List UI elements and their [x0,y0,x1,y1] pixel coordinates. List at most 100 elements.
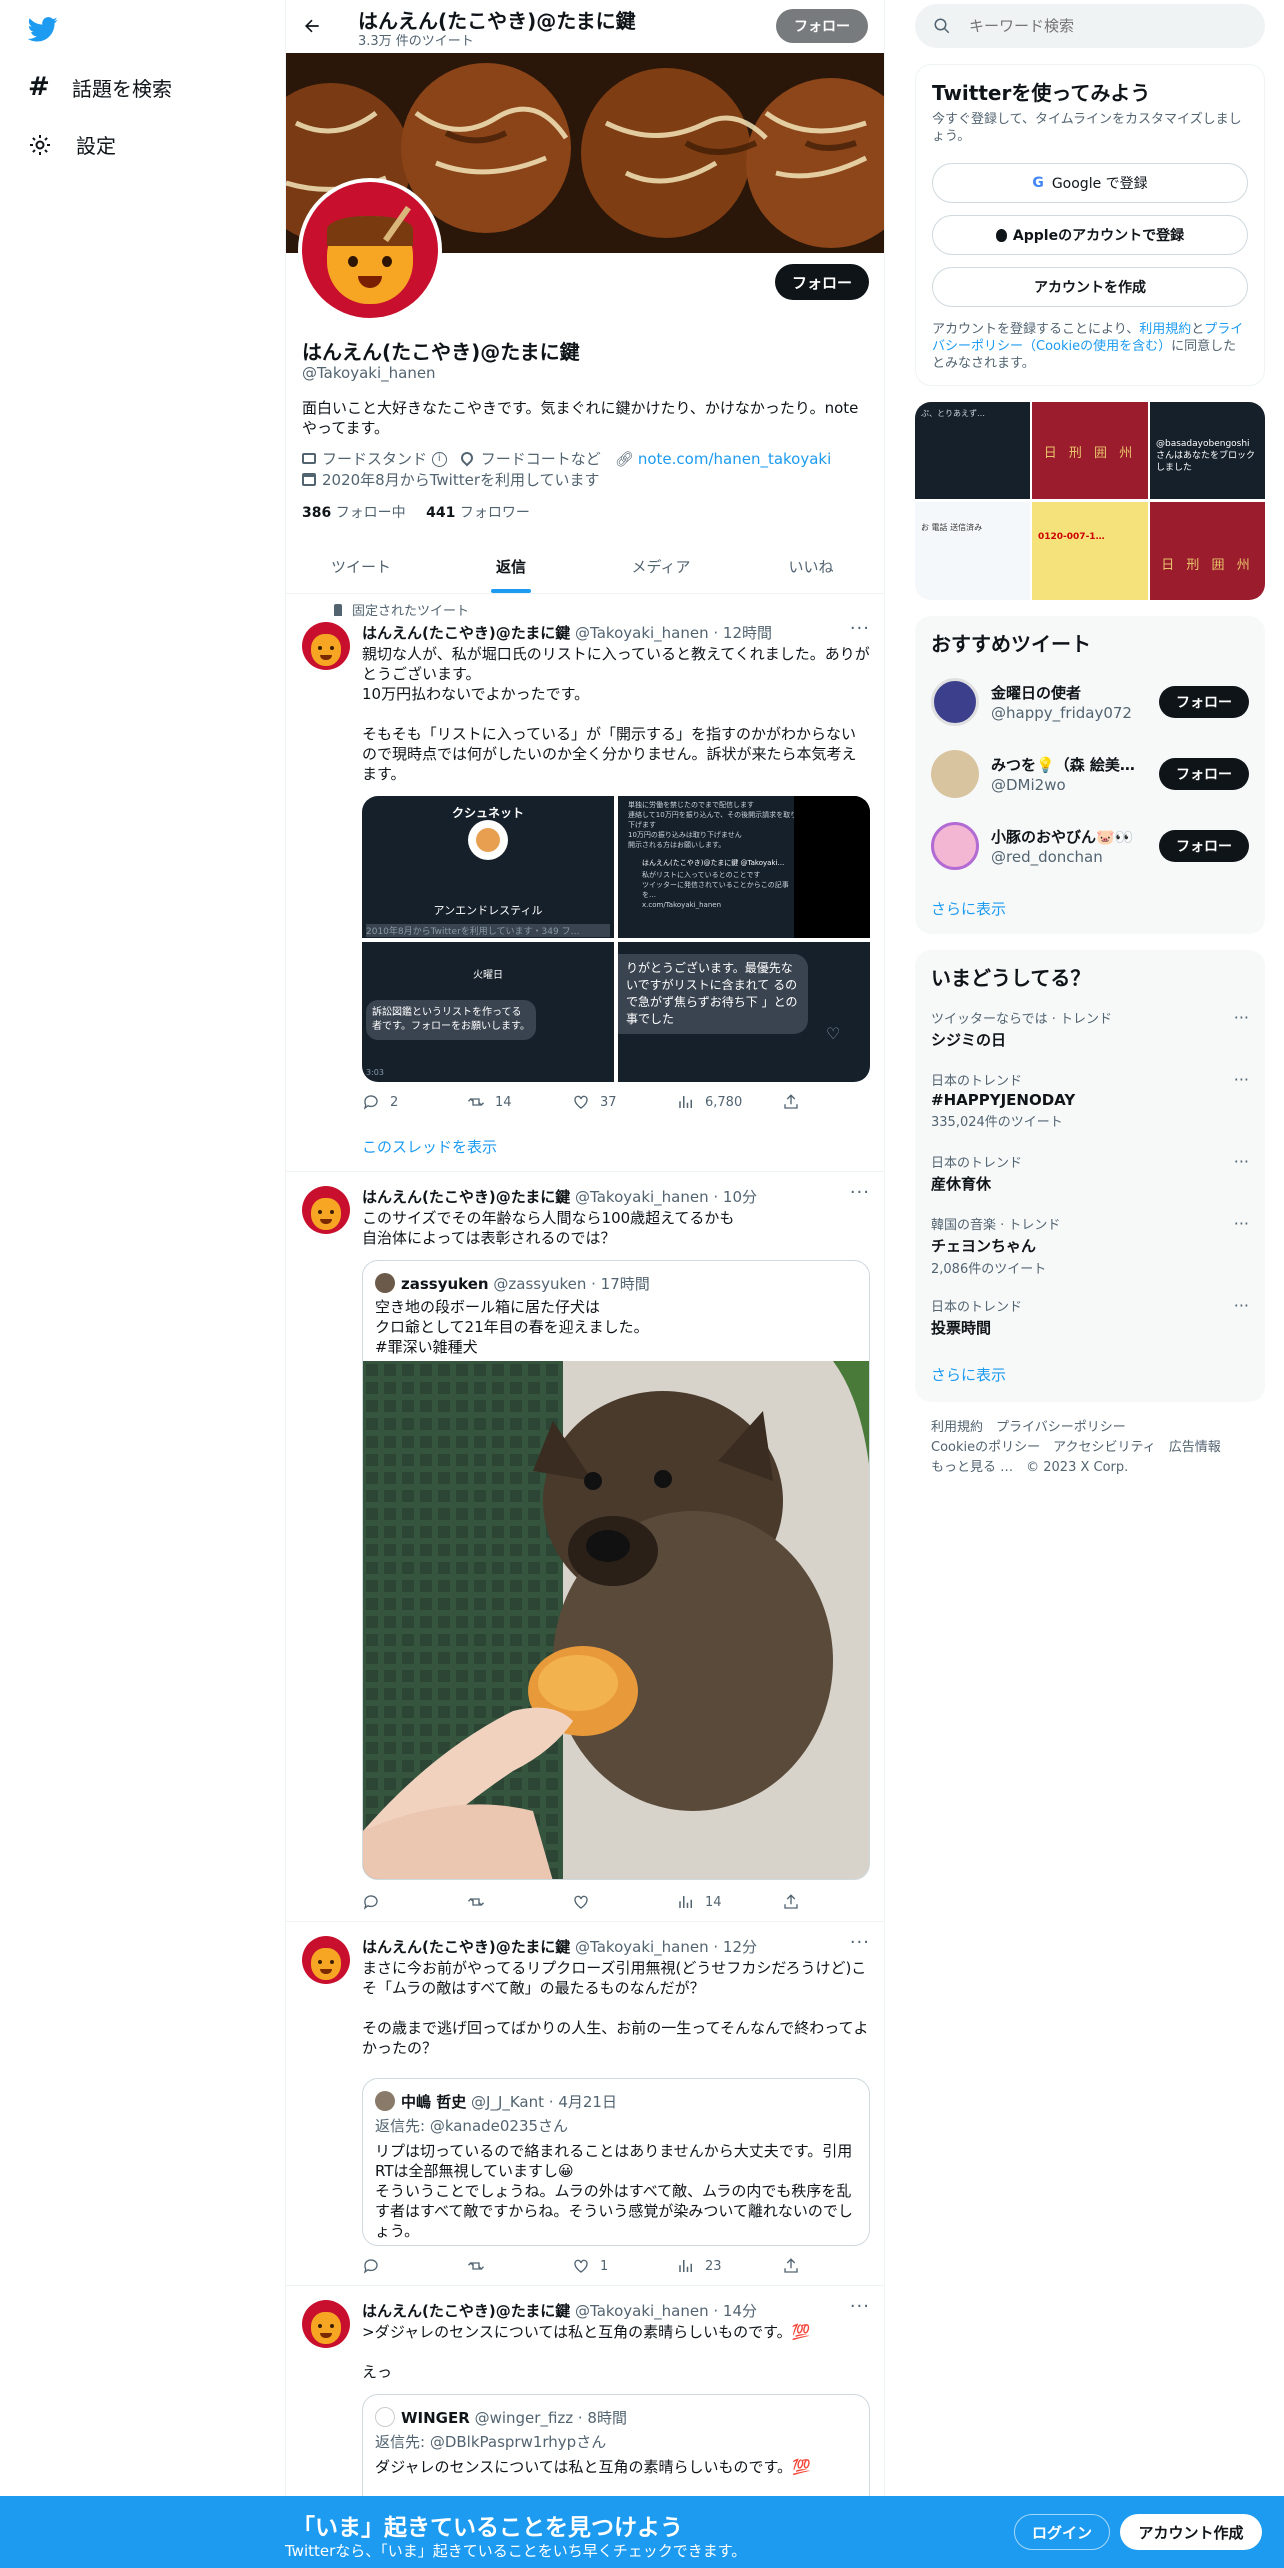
back-arrow-icon[interactable] [302,16,322,36]
profile-link[interactable]: note.com/hanen_takoyaki [638,450,831,468]
signup-subtitle: 今すぐ登録して、タイムラインをカスタマイズしましょう。 [932,112,1242,144]
follow-button[interactable]: フォロー [1159,686,1249,718]
reply-button[interactable] [362,1892,432,1912]
more-options-icon[interactable]: ··· [1234,1296,1249,1315]
retweet-button[interactable]: 14 [467,1092,537,1112]
tweet-author-name[interactable]: はんえん(たこやき)@たまに鍵 [362,1188,570,1206]
retweet-button[interactable] [467,1892,537,1912]
nav-explore[interactable]: # 話題を検索 [28,72,172,102]
media-thumb-5[interactable]: 0120-007-1… [1032,502,1148,600]
search-input[interactable] [969,14,1249,38]
followers-count: 441 [426,505,456,521]
media-image-4[interactable]: りがとうございます。最優先ないですがリストに含まれて るので急がず焦らずお待ち下… [618,942,870,1082]
media-image-2[interactable]: 単独に労働を禁じたのでまで配信します 連絡して10万円を振り込んで、その後開示請… [618,796,870,938]
following-link[interactable]: 386 フォロー中 [302,505,406,521]
trend-item[interactable]: ツイッターならでは · トレンド シジミの日 ··· [931,1008,1249,1050]
google-signup-button[interactable]: G Google で登録 [932,163,1248,203]
show-thread-link[interactable]: このスレッドを表示 [362,1136,497,1157]
share-button[interactable] [782,1892,802,1912]
more-options-icon[interactable]: ··· [1234,1214,1249,1233]
recommend-user[interactable]: みつを💡（森 絵美… @DMi2wo フォロー [931,750,1249,800]
tab-tweets[interactable]: ツイート [286,540,436,593]
footer-line-1[interactable]: 利用規約 プライバシーポリシー [931,1418,1251,1438]
apple-icon [995,228,1007,242]
tweet-author-name[interactable]: はんえん(たこやき)@たまに鍵 [362,1938,570,1956]
media-image-1[interactable]: クシュネット アンエンドレスティル 2010年8月からTwitterを利用してい… [362,796,614,938]
views-button[interactable]: 14 [677,1892,747,1912]
retweet-button[interactable] [467,2256,537,2276]
reply-button[interactable]: 2 [362,1092,432,1112]
twitter-logo[interactable] [27,14,60,42]
avatar[interactable] [302,2300,350,2348]
media-grid[interactable]: ぷ、とりあえず… 日 刑 囲 州 @basadayobengoshi さんはあな… [915,402,1265,600]
quoted-tweet[interactable]: 中嶋 哲史 @J_J_Kant · 4月21日 返信先: @kanade0235… [362,2078,870,2246]
nav-settings[interactable]: 設定 [28,130,116,159]
more-options-icon[interactable]: ··· [1234,1070,1249,1089]
search-box[interactable] [915,4,1265,48]
share-button[interactable] [782,2256,802,2276]
share-button[interactable] [782,1092,802,1112]
bottom-signup-button[interactable]: アカウント作成 [1120,2514,1262,2550]
tab-media[interactable]: メディア [586,540,736,593]
trends-show-more[interactable]: さらに表示 [931,1364,1249,1385]
tab-replies[interactable]: 返信 [436,540,586,593]
more-options-icon[interactable]: ··· [1234,1152,1249,1171]
nav-explore-label: 話題を検索 [72,76,172,101]
more-options-icon[interactable]: ··· [850,1182,870,1203]
follow-button[interactable]: フォロー [1159,830,1249,862]
quoted-reply-to: 返信先: @DBlkPasprw1rhypさん [375,2433,607,2451]
footer-line-2[interactable]: Cookieのポリシー アクセシビリティ 広告情報 [931,1438,1251,1458]
more-options-icon[interactable]: ··· [850,618,870,639]
media-thumb-2[interactable]: 日 刑 囲 州 [1032,402,1148,499]
avatar[interactable] [302,622,350,670]
like-button[interactable]: 1 [572,2256,642,2276]
media-thumb-1[interactable]: ぷ、とりあえず… [915,402,1030,499]
dog-photo[interactable] [363,1361,869,1879]
views-button[interactable]: 6,780 [677,1092,747,1112]
reply-button[interactable] [362,2256,432,2276]
avatar[interactable] [302,1186,350,1234]
link-item[interactable]: 🔗︎ note.com/hanen_takoyaki [615,450,831,468]
terms-link[interactable]: 利用規約 [1139,322,1191,337]
profile-follow-button[interactable]: フォロー [775,264,869,300]
tweet-media-grid[interactable]: クシュネット アンエンドレスティル 2010年8月からTwitterを利用してい… [362,796,870,1082]
trend-item[interactable]: 日本のトレンド #HAPPYJENODAY 335,024件のツイート ··· [931,1070,1249,1130]
more-options-icon[interactable]: ··· [850,2296,870,2317]
header-follow-button[interactable]: フォロー [776,9,868,43]
media-thumb-3[interactable]: @basadayobengoshi さんはあなたをブロックしました [1150,402,1265,499]
footer-line-3[interactable]: もっと見る … © 2023 X Corp. [931,1458,1251,1478]
tweet-author-name[interactable]: はんえん(たこやき)@たまに鍵 [362,2302,570,2320]
login-button[interactable]: ログイン [1014,2514,1110,2550]
recommend-user[interactable]: 小豚のおやびん🐷👀 @red_donchan フォロー [931,822,1249,872]
tab-likes[interactable]: いいね [736,540,884,593]
media-thumb-6[interactable]: 日 刑 囲 州 [1150,502,1265,600]
quoted-tweet[interactable]: zassyuken @zassyuken · 17時間 空き地の段ボール箱に居た… [362,1260,870,1880]
media-image-3[interactable]: 火曜日 訴訟図鑑というリストを作ってる者です。フォローをお願いします。 3:03 [362,942,614,1082]
views-button[interactable]: 23 [677,2256,747,2276]
trend-item[interactable]: 韓国の音楽 · トレンド チェヨンちゃん 2,086件のツイート ··· [931,1214,1249,1277]
profile-avatar[interactable] [298,178,442,322]
media-thumb-4[interactable]: お 電話 送信済み [915,502,1030,600]
followers-link[interactable]: 441 フォロワー [426,505,530,521]
tweet[interactable]: はんえん(たこやき)@たまに鍵 @Takoyaki_hanen · 10分 ··… [286,1172,884,1922]
more-options-icon[interactable]: ··· [1234,1008,1249,1027]
recommend-show-more[interactable]: さらに表示 [931,898,1249,919]
apple-signup-button[interactable]: Appleのアカウントで登録 [932,215,1248,255]
like-button[interactable] [572,1892,642,1912]
views-count: 6,780 [705,1094,743,1110]
search-icon [934,18,950,34]
footer-links[interactable]: 利用規約 プライバシーポリシー Cookieのポリシー アクセシビリティ 広告情… [931,1418,1251,1478]
follow-button[interactable]: フォロー [1159,758,1249,790]
create-account-button[interactable]: アカウントを作成 [932,267,1248,307]
more-options-icon[interactable]: ··· [850,1932,870,1953]
trends-title: いまどうしてる？ [931,966,1091,990]
trend-item[interactable]: 日本のトレンド 産休育休 ··· [931,1152,1249,1194]
tweet-author-name[interactable]: はんえん(たこやき)@たまに鍵 [362,624,570,642]
tweet[interactable]: 固定されたツイート はんえん(たこやき)@たまに鍵 @Takoyaki_hane… [286,594,884,1172]
recommend-user[interactable]: 金曜日の使者 @happy_friday072 フォロー [931,678,1249,728]
quoted-header: 中嶋 哲史 @J_J_Kant · 4月21日 [401,2091,617,2112]
tweet[interactable]: はんえん(たこやき)@たまに鍵 @Takoyaki_hanen · 12分 ··… [286,1922,884,2286]
trend-item[interactable]: 日本のトレンド 投票時間 ··· [931,1296,1249,1338]
avatar[interactable] [302,1936,350,1984]
like-button[interactable]: 37 [572,1092,642,1112]
